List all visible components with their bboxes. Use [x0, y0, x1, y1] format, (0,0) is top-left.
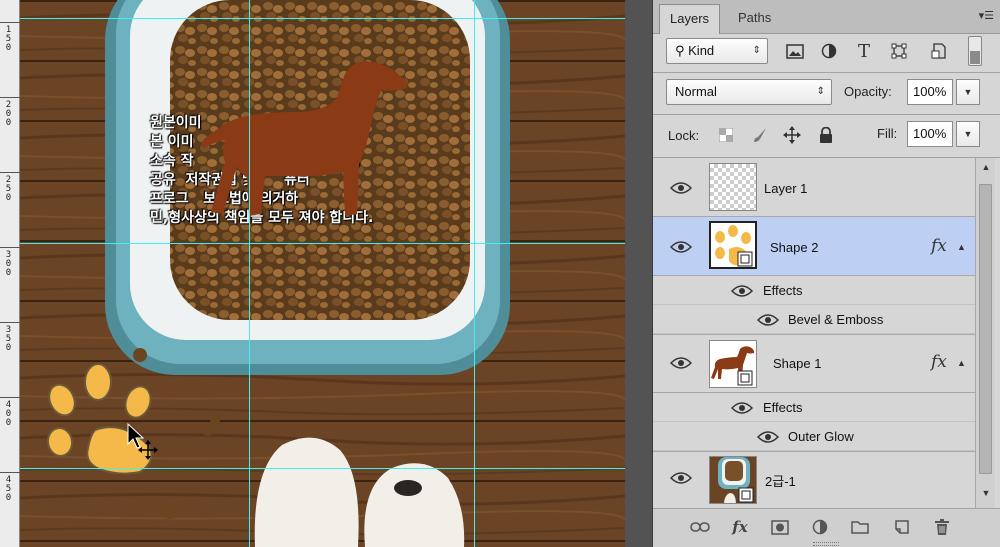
guide-horizontal[interactable]	[20, 468, 625, 469]
layers-panel: Layers Paths ▾☰ ⚲ Kind ⇕ T Normal ⇕ Opac…	[652, 0, 1000, 547]
canvas-gutter	[625, 0, 652, 547]
link-layers-icon[interactable]	[689, 517, 711, 537]
dog-shape[interactable]	[195, 54, 420, 224]
layer-name[interactable]: Shape 2	[770, 240, 818, 255]
ruler-label: 350	[5, 325, 12, 353]
updown-arrows-icon: ⇕	[752, 45, 761, 56]
panel-menu-icon[interactable]: ▾☰	[979, 9, 994, 22]
guide-horizontal[interactable]	[20, 243, 625, 244]
panel-tabs: Layers Paths ▾☰	[653, 0, 1000, 34]
layers-bottom-toolbar: fx	[653, 508, 1000, 547]
layer-fx-icon[interactable]: fx	[931, 236, 947, 256]
lock-all-padlock-icon[interactable]	[813, 122, 839, 148]
opacity-field[interactable]: 100%	[907, 79, 953, 105]
fill-dropdown-button[interactable]: ▼	[956, 121, 980, 147]
move-cursor-icon	[127, 422, 158, 460]
layer-fx-icon[interactable]: fx	[931, 352, 947, 372]
ruler-label: 200	[5, 100, 12, 128]
expand-effects-caret-icon[interactable]: ▲	[957, 242, 966, 252]
visibility-eye-icon[interactable]	[670, 356, 692, 370]
filter-shape-layer-icon[interactable]	[886, 38, 912, 64]
new-adjustment-layer-icon[interactable]	[809, 517, 831, 537]
scrollbar-thumb[interactable]	[979, 184, 992, 474]
layers-scrollbar[interactable]: ▲ ▼	[975, 158, 995, 508]
layer-name[interactable]: Layer 1	[764, 181, 807, 196]
guide-vertical[interactable]	[249, 0, 250, 547]
ruler-label: 400	[5, 400, 12, 428]
blend-mode-select[interactable]: Normal ⇕	[666, 79, 832, 105]
effect-row-outer-glow[interactable]: Outer Glow	[653, 422, 975, 451]
fill-field[interactable]: 100%	[907, 121, 953, 147]
ruler-label: 450	[5, 475, 12, 503]
effects-label: Effects	[763, 400, 803, 415]
filter-kind-select[interactable]: ⚲ Kind ⇕	[666, 38, 768, 64]
filter-toggle-switch[interactable]	[968, 36, 982, 66]
visibility-eye-icon[interactable]	[731, 284, 753, 298]
effects-group-row[interactable]: Effects	[653, 393, 975, 422]
layers-list[interactable]: Layer 1 Shape 2 fx ▲ Effects Bevel & Emb…	[653, 158, 975, 508]
ruler-label: 250	[5, 175, 12, 203]
layer-name[interactable]: 2급-1	[765, 471, 796, 490]
add-layer-style-fx-icon[interactable]: fx	[729, 517, 751, 537]
paw-print-shape[interactable]	[40, 360, 170, 480]
guide-vertical[interactable]	[474, 0, 475, 547]
visibility-eye-icon[interactable]	[757, 430, 779, 444]
visibility-eye-icon[interactable]	[757, 313, 779, 327]
scroll-down-arrow-icon[interactable]: ▼	[976, 488, 996, 502]
effects-group-row[interactable]: Effects	[653, 276, 975, 305]
layer-row-2geup-1[interactable]: 2급-1	[653, 451, 975, 508]
layer-thumbnail	[709, 221, 757, 269]
panel-resize-grip[interactable]	[813, 542, 839, 546]
fill-label: Fill:	[877, 126, 898, 141]
filter-type-layer-icon[interactable]: T	[851, 38, 877, 64]
search-icon: ⚲	[675, 43, 689, 58]
ruler-label: 300	[5, 250, 12, 278]
lock-transparent-pixels-icon[interactable]	[713, 122, 739, 148]
visibility-eye-icon[interactable]	[670, 471, 692, 485]
filter-pixel-layer-icon[interactable]	[782, 38, 808, 64]
delete-layer-trash-icon[interactable]	[931, 517, 953, 537]
layer-name[interactable]: Shape 1	[773, 356, 821, 371]
add-layer-mask-icon[interactable]	[769, 517, 791, 537]
lock-image-pixels-icon[interactable]	[747, 122, 773, 148]
visibility-eye-icon[interactable]	[731, 401, 753, 415]
effect-name: Outer Glow	[788, 429, 854, 444]
opacity-dropdown-button[interactable]: ▼	[956, 79, 980, 105]
layer-row-shape-2[interactable]: Shape 2 fx ▲	[653, 217, 975, 276]
layer-thumbnail	[709, 340, 757, 388]
effects-label: Effects	[763, 283, 803, 298]
opacity-label: Opacity:	[844, 84, 892, 99]
vertical-ruler[interactable]: 150 200 250 300 350 400 450	[0, 0, 20, 547]
effect-name: Bevel & Emboss	[788, 312, 884, 327]
expand-effects-caret-icon[interactable]: ▲	[957, 358, 966, 368]
guide-horizontal[interactable]	[20, 18, 625, 19]
layer-row-shape-1[interactable]: Shape 1 fx ▲	[653, 334, 975, 393]
visibility-eye-icon[interactable]	[670, 181, 692, 195]
tab-paths[interactable]: Paths	[728, 4, 781, 34]
layer-thumbnail	[709, 163, 757, 211]
tab-layers[interactable]: Layers	[659, 4, 721, 34]
lock-label: Lock:	[668, 128, 700, 143]
new-layer-icon[interactable]	[891, 517, 913, 537]
layer-row-layer-1[interactable]: Layer 1	[653, 158, 975, 217]
layer-thumbnail	[709, 456, 757, 504]
filter-kind-value: Kind	[688, 43, 715, 58]
effect-row-bevel-emboss[interactable]: Bevel & Emboss	[653, 305, 975, 334]
visibility-eye-icon[interactable]	[670, 240, 692, 254]
filter-adjustment-layer-icon[interactable]	[816, 38, 842, 64]
document-canvas[interactable]: 150 200 250 300 350 400 450 원본이미 본 이미 소속…	[0, 0, 652, 547]
scroll-up-arrow-icon[interactable]: ▲	[976, 162, 996, 176]
ruler-label: 150	[5, 25, 12, 53]
filter-smart-object-icon[interactable]	[926, 38, 952, 64]
updown-arrows-icon: ⇕	[816, 86, 825, 97]
lock-position-move-icon[interactable]	[779, 122, 805, 148]
blend-mode-value: Normal	[675, 84, 717, 99]
new-group-folder-icon[interactable]	[849, 517, 871, 537]
